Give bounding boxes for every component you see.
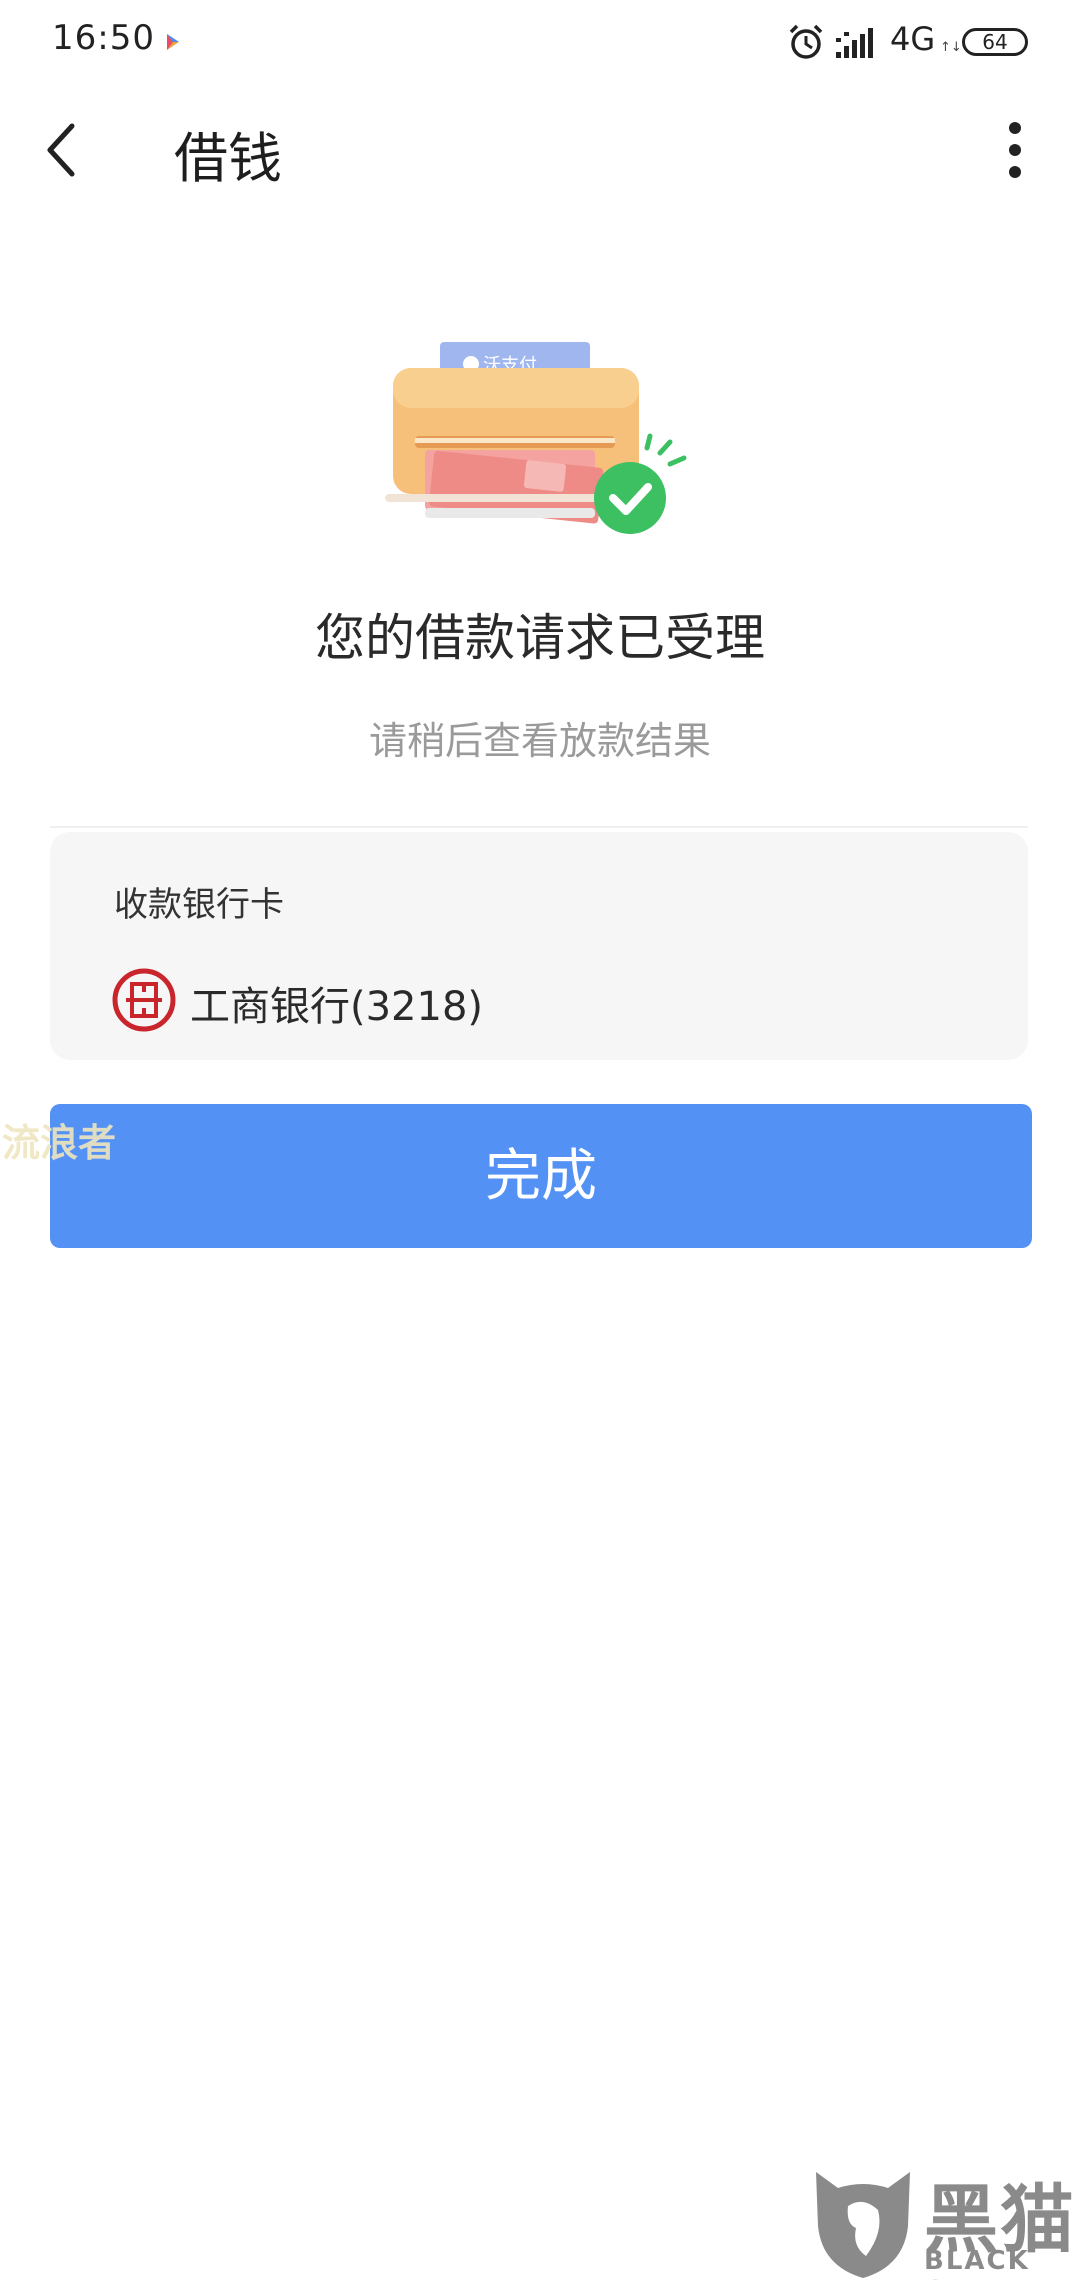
network-type: 4G [890, 20, 936, 58]
alarm-icon [786, 22, 826, 66]
network-activity: ↑↓ [940, 40, 962, 55]
divider [50, 826, 1028, 828]
icbc-logo-icon [112, 968, 176, 1032]
battery-icon: 64 [962, 28, 1028, 56]
printer-success-illustration: 沃支付 [385, 338, 695, 538]
done-button-label: 完成 [485, 1144, 597, 1209]
watermark-brand-en: BLACK CAT [924, 2246, 1030, 2280]
app-notification-icon [165, 32, 181, 56]
page-title: 借钱 [174, 127, 282, 190]
receiving-bank-card: 收款银行卡 工商银行(3218) [50, 832, 1028, 1060]
back-button[interactable] [30, 110, 110, 190]
more-button[interactable] [990, 110, 1040, 190]
black-cat-logo-icon [816, 2172, 910, 2278]
back-arrow-icon [47, 123, 75, 177]
nav-bar: 借钱 [0, 90, 1080, 210]
more-vertical-icon [1009, 122, 1021, 178]
status-bar: 16:50 4G ↑↓ 64 [0, 0, 1080, 90]
result-subtitle: 请稍后查看放款结果 [368, 719, 711, 763]
result-title: 您的借款请求已受理 [315, 609, 765, 667]
loan-result-page: 16:50 4G ↑↓ 64 借钱 沃支付 您的借款请求已受理 请稍后查看放款结… [0, 0, 1080, 2280]
bank-card-label: 收款银行卡 [114, 885, 284, 925]
status-time: 16:50 [52, 18, 155, 58]
watermark-text: 流浪者 [2, 1121, 117, 1165]
signal-icon [836, 26, 880, 64]
done-button[interactable]: 完成 [50, 1104, 1032, 1248]
bank-name: 工商银行(3218) [190, 984, 484, 1030]
black-cat-watermark: 黑猫 BLACK CAT [806, 2160, 1080, 2280]
